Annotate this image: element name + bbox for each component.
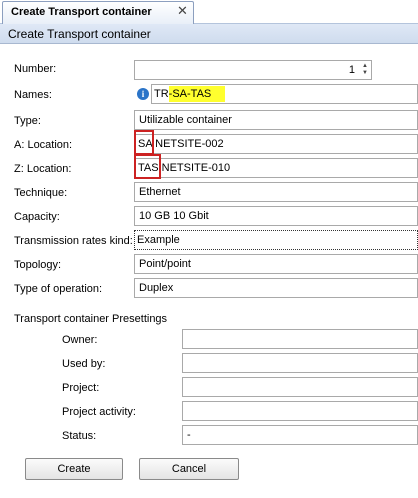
type-label: Type:: [14, 115, 41, 127]
topology-field[interactable]: Point/point: [134, 254, 418, 274]
type-of-operation-value: Duplex: [139, 282, 174, 294]
transmission-rates-kind-value: Example: [137, 234, 180, 246]
technique-value: Ethernet: [139, 186, 181, 198]
type-field[interactable]: Utilizable container: [134, 110, 418, 130]
a-location-label: A: Location:: [14, 139, 73, 151]
tab-title: Create Transport container: [11, 6, 152, 18]
page-title: Create Transport container: [8, 27, 151, 41]
tab-strip: Create Transport container ✕: [0, 0, 418, 24]
close-icon[interactable]: ✕: [177, 4, 188, 18]
names-value: TR-SA-TAS: [154, 86, 226, 102]
number-spin-buttons[interactable]: ▲ ▼: [361, 63, 369, 77]
names-field[interactable]: TR-SA-TAS: [151, 84, 418, 104]
type-of-operation-field[interactable]: Duplex: [134, 278, 418, 298]
z-location-value-rest: NETSITE-010: [158, 162, 231, 174]
z-location-label: Z: Location:: [14, 163, 72, 175]
names-label: Names:: [14, 89, 52, 101]
used-by-field[interactable]: [182, 353, 418, 373]
project-label: Project:: [62, 382, 100, 394]
cancel-button[interactable]: Cancel: [139, 458, 239, 480]
chevron-up-icon[interactable]: ▲: [361, 63, 369, 70]
topology-value: Point/point: [139, 258, 191, 270]
status-field[interactable]: -: [182, 425, 418, 445]
technique-field[interactable]: Ethernet: [134, 182, 418, 202]
annotation-box-a-location: [134, 130, 154, 155]
project-activity-field[interactable]: [182, 401, 418, 421]
technique-label: Technique:: [14, 187, 68, 199]
a-location-value-rest: NETSITE-002: [152, 138, 224, 150]
status-value: -: [187, 429, 191, 441]
names-value-prefix: TR: [154, 88, 169, 100]
status-label: Status:: [62, 430, 97, 442]
annotation-box-z-location: [134, 154, 161, 179]
info-icon[interactable]: i: [137, 88, 149, 100]
transmission-rates-kind-field[interactable]: Example: [134, 230, 418, 250]
number-label: Number:: [14, 63, 57, 75]
owner-label: Owner:: [62, 334, 98, 346]
z-location-field[interactable]: TAS NETSITE-010: [134, 158, 418, 178]
create-button[interactable]: Create: [25, 458, 123, 480]
tab-create-transport-container[interactable]: Create Transport container ✕: [2, 1, 194, 24]
topology-label: Topology:: [14, 259, 62, 271]
project-field[interactable]: [182, 377, 418, 397]
used-by-label: Used by:: [62, 358, 106, 370]
capacity-label: Capacity:: [14, 211, 60, 223]
type-of-operation-label: Type of operation:: [14, 283, 103, 295]
a-location-field[interactable]: SA NETSITE-002: [134, 134, 418, 154]
number-stepper[interactable]: 1 ▲ ▼: [134, 60, 372, 80]
number-value: 1: [348, 64, 355, 76]
project-activity-label: Project activity:: [62, 406, 136, 418]
chevron-down-icon[interactable]: ▼: [361, 70, 369, 77]
transmission-rates-kind-label: Transmission rates kind:: [14, 235, 133, 247]
capacity-value: 10 GB 10 Gbit: [139, 210, 209, 222]
type-value: Utilizable container: [139, 114, 232, 126]
capacity-field[interactable]: 10 GB 10 Gbit: [134, 206, 418, 226]
owner-field[interactable]: [182, 329, 418, 349]
presettings-section-title: Transport container Presettings: [14, 313, 168, 325]
names-value-highlight: -SA-TAS: [168, 86, 226, 102]
dialog-header: Create Transport container: [0, 24, 418, 44]
